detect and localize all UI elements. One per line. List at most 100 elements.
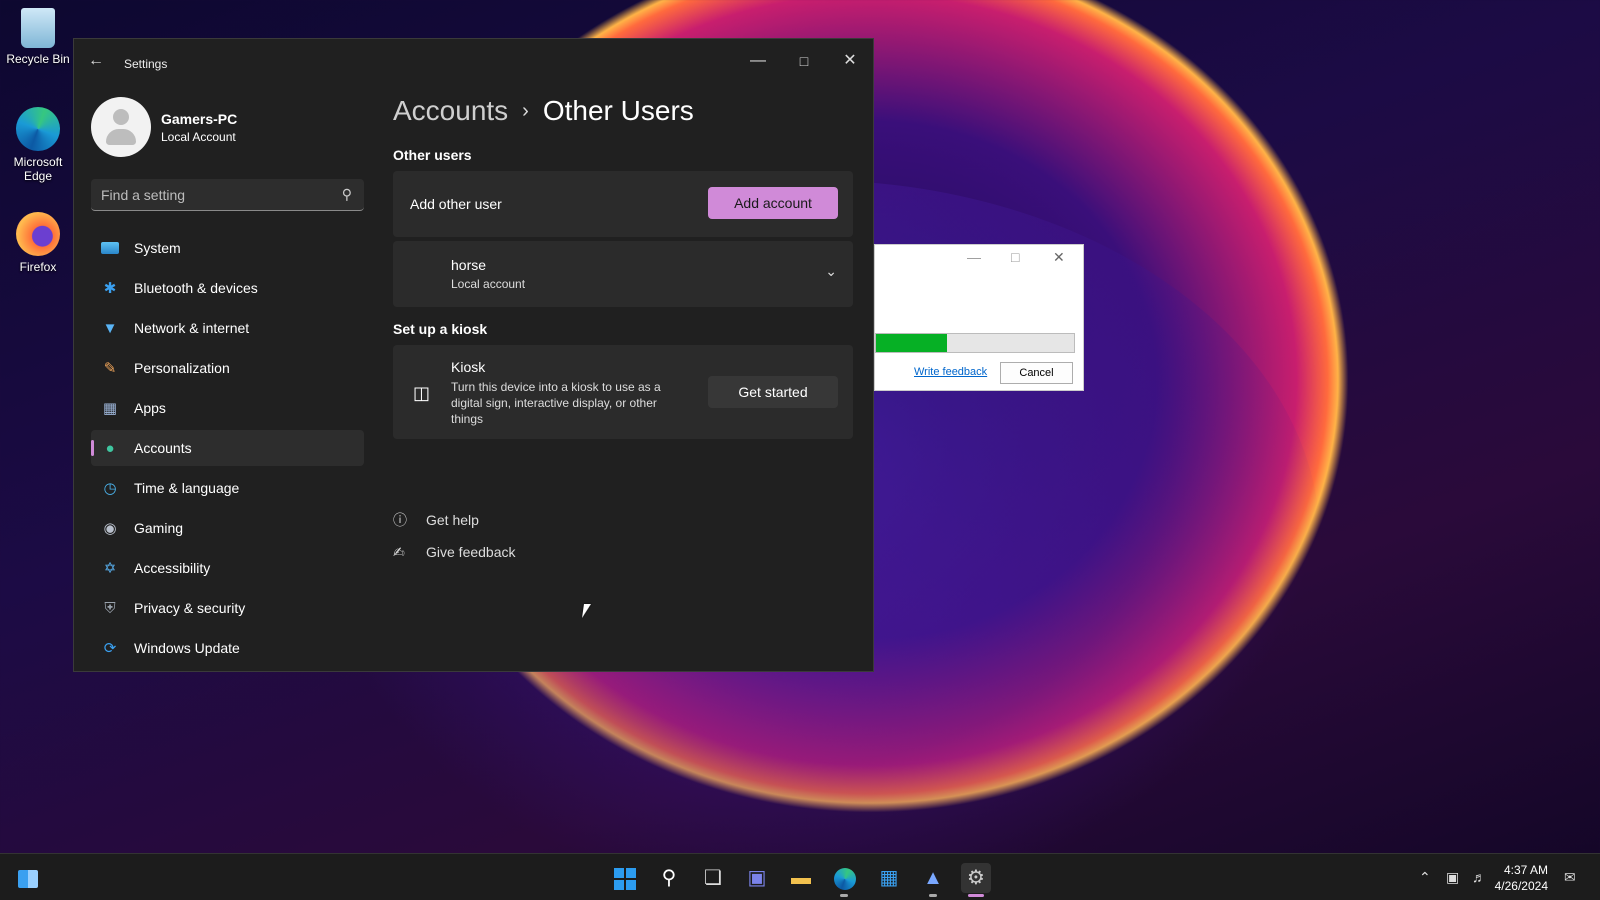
running-indicator	[840, 894, 848, 897]
sidebar-item-accounts[interactable]: ● Accounts	[91, 430, 364, 466]
sidebar-item-personalization[interactable]: ✎ Personalization	[91, 350, 364, 386]
clock-date: 4/26/2024	[1494, 879, 1548, 893]
progress-bar	[875, 333, 1075, 353]
section-title-kiosk: Set up a kiosk	[393, 321, 488, 337]
widgets-icon[interactable]	[13, 863, 43, 893]
running-indicator	[929, 894, 937, 897]
sidebar-item-accessibility[interactable]: ✡ Accessibility	[91, 550, 364, 586]
apps-icon: ▦	[102, 400, 118, 417]
sidebar-item-label: Windows Update	[134, 640, 240, 656]
minimize-icon[interactable]: —	[967, 249, 981, 265]
clock[interactable]: 4:37 AM 4/26/2024	[1495, 862, 1548, 894]
minimize-icon[interactable]: —	[738, 47, 778, 75]
sidebar-item-label: Personalization	[134, 360, 230, 376]
back-arrow-icon[interactable]: ←	[88, 52, 104, 70]
globe-clock-icon: ◷	[103, 480, 117, 497]
chevron-up-icon[interactable]: ⌃	[1419, 854, 1431, 900]
desktop-icon-edge[interactable]: Microsoft Edge	[4, 107, 72, 183]
give-feedback-label: Give feedback	[426, 544, 516, 560]
kiosk-icon: ◫	[413, 383, 431, 403]
chat-icon[interactable]: ▣	[742, 863, 772, 893]
clock-time: 4:37 AM	[1503, 863, 1548, 877]
sidebar-item-system[interactable]: System	[91, 230, 364, 266]
cancel-button[interactable]: Cancel	[1000, 362, 1073, 384]
profile-account-type: Local Account	[161, 130, 236, 144]
store-icon[interactable]: ▦	[874, 863, 904, 893]
desktop-icon-label: Firefox	[19, 260, 57, 274]
kiosk-title: Kiosk	[451, 359, 486, 375]
profile-name: Gamers-PC	[161, 111, 238, 127]
sidebar-item-label: Time & language	[134, 480, 240, 496]
get-started-button[interactable]: Get started	[708, 376, 838, 408]
kiosk-description: Turn this device into a kiosk to use as …	[451, 380, 661, 426]
taskbar: ⚲ ❏ ▣ ▬ ▦ ▲ ⚙ ⌃ ▣ ♬ 4:37 AM 4/26/2024 ✉	[0, 853, 1600, 900]
active-indicator	[968, 894, 984, 897]
maximize-icon[interactable]: □	[784, 47, 824, 75]
chevron-down-icon[interactable]: ⌄	[825, 263, 837, 280]
add-account-button[interactable]: Add account	[708, 187, 838, 219]
notification-icon[interactable]: ✉	[1564, 854, 1576, 900]
get-help-link[interactable]: ⓘ Get help	[393, 504, 516, 536]
search-input[interactable]	[91, 179, 364, 210]
sidebar-item-label: Privacy & security	[134, 600, 246, 616]
close-icon[interactable]: ✕	[1053, 249, 1065, 266]
sidebar-item-time-language[interactable]: ◷ Time & language	[91, 470, 364, 506]
network-icon[interactable]: ▣	[1446, 854, 1459, 900]
edge-taskbar-icon[interactable]	[830, 863, 860, 893]
task-view-icon[interactable]: ❏	[698, 863, 728, 893]
brush-icon: ✎	[103, 360, 117, 377]
firefox-icon	[16, 212, 60, 256]
sidebar-item-label: Accessibility	[134, 560, 211, 576]
user-account-type: Local account	[451, 277, 526, 291]
shield-icon: ⛨	[104, 599, 116, 617]
kiosk-card: ◫ Kiosk Turn this device into a kiosk to…	[393, 345, 853, 439]
search-icon[interactable]: ⚲	[654, 863, 684, 893]
accessibility-icon: ✡	[103, 560, 117, 577]
user-card-horse[interactable]: horse Local account ⌄	[393, 241, 853, 307]
recycle-bin-icon	[21, 8, 55, 48]
maximize-icon[interactable]: □	[1011, 249, 1019, 265]
person-icon: ●	[105, 439, 115, 457]
volume-icon[interactable]: ♬	[1472, 854, 1486, 900]
section-title-other-users: Other users	[393, 147, 472, 163]
desktop-icon-label: Microsoft Edge	[13, 155, 63, 183]
breadcrumb-parent[interactable]: Accounts	[393, 95, 508, 127]
chevron-right-icon: ›	[522, 99, 529, 122]
feedback-icon: ✍	[393, 543, 405, 560]
search-icon[interactable]: ⚲	[342, 186, 352, 203]
give-feedback-link[interactable]: ✍ Give feedback	[393, 536, 516, 568]
desktop-icon-recycle-bin[interactable]: Recycle Bin	[4, 8, 72, 66]
progress-dialog: — □ ✕ Write feedback Cancel	[874, 244, 1084, 391]
desktop-icon-firefox[interactable]: Firefox	[4, 212, 72, 274]
add-user-card: Add other user Add account	[393, 171, 853, 237]
progress-fill	[876, 334, 948, 352]
sidebar-item-privacy[interactable]: ⛨ Privacy & security	[91, 590, 364, 626]
file-explorer-icon[interactable]: ▬	[786, 863, 816, 893]
window-title: Settings	[124, 57, 168, 71]
controller-icon: ◉	[103, 520, 117, 537]
add-user-label: Add other user	[410, 196, 502, 212]
sidebar-item-label: Apps	[134, 400, 166, 416]
help-icon: ⓘ	[393, 512, 407, 528]
sidebar-item-network[interactable]: ▼ Network & internet	[91, 310, 364, 346]
sidebar-item-label: Bluetooth & devices	[134, 280, 258, 296]
page-title: Other Users	[542, 95, 694, 126]
start-icon[interactable]	[610, 863, 640, 893]
sidebar-item-windows-update[interactable]: ⟳ Windows Update	[91, 630, 364, 666]
refresh-icon: ⟳	[103, 640, 117, 657]
app-icon[interactable]: ▲	[918, 863, 948, 893]
main-content: Accounts › Other Users Other users Add o…	[393, 95, 853, 443]
search-box[interactable]: ⚲	[91, 179, 364, 211]
write-feedback-link[interactable]: Write feedback	[914, 366, 987, 378]
edge-icon	[16, 107, 60, 151]
sidebar-item-label: Network & internet	[134, 320, 250, 336]
sidebar-item-gaming[interactable]: ◉ Gaming	[91, 510, 364, 546]
wifi-icon: ▼	[102, 319, 118, 337]
sidebar-item-bluetooth[interactable]: ✱ Bluetooth & devices	[91, 270, 364, 306]
sidebar-item-apps[interactable]: ▦ Apps	[91, 390, 364, 426]
settings-window: ← Settings — □ ✕ Gamers-PC Local Account…	[73, 38, 874, 672]
desktop-icon-label: Recycle Bin	[6, 52, 70, 66]
sidebar-item-label: Accounts	[134, 440, 192, 456]
close-icon[interactable]: ✕	[830, 47, 870, 75]
settings-gear-icon[interactable]: ⚙	[961, 863, 991, 893]
